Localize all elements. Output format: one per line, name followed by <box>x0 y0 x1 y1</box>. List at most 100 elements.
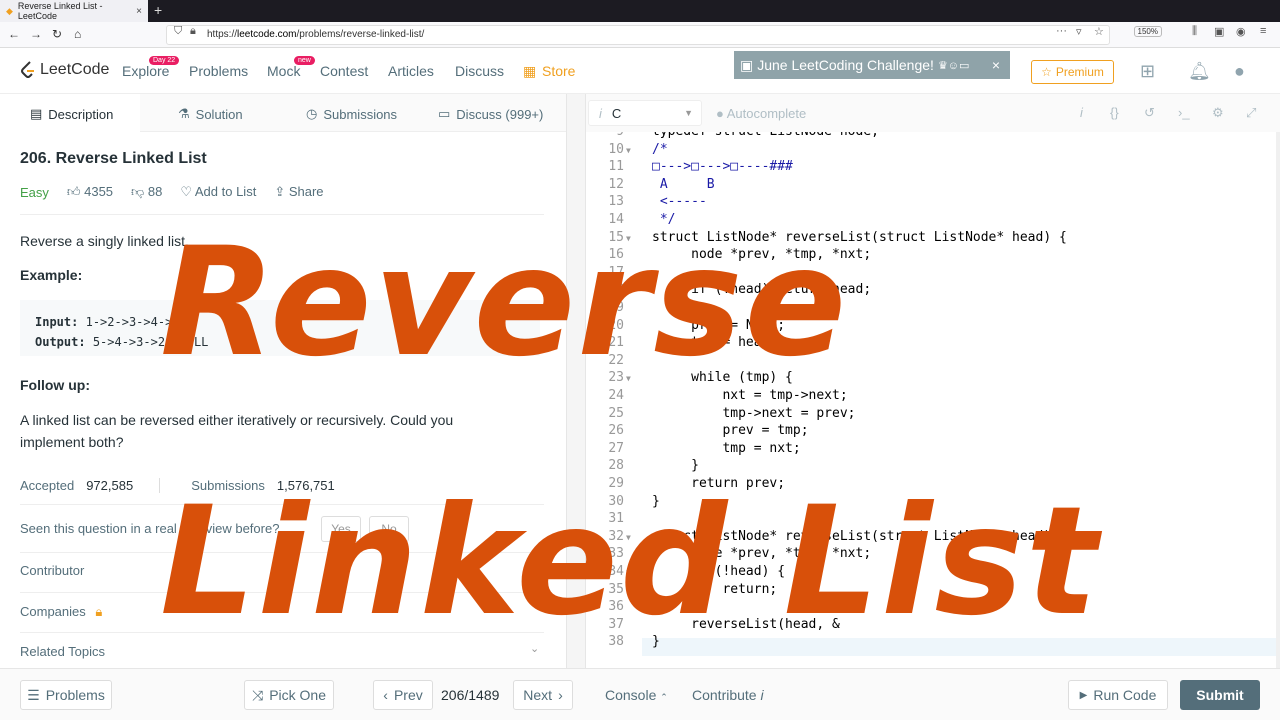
share-icon: ⇪ <box>274 184 289 199</box>
nav-contest[interactable]: Contest <box>320 63 368 79</box>
premium-button[interactable]: ☆ Premium <box>1031 60 1114 84</box>
share-label: Share <box>288 184 324 199</box>
tab-description[interactable]: ▤ Description <box>30 106 113 122</box>
line-number: 11 <box>608 159 624 175</box>
url-path: /problems/reverse-linked-list/ <box>296 29 425 40</box>
forward-icon[interactable]: → <box>30 27 42 41</box>
code-line[interactable]: } <box>652 458 699 473</box>
braces-icon[interactable]: {} <box>1110 105 1119 120</box>
address-bar[interactable]: https://leetcode.com/problems/reverse-li… <box>166 25 1110 45</box>
code-line[interactable]: prev = tmp; <box>652 423 808 438</box>
run-code-button[interactable]: ▶ Run Code <box>1068 680 1168 710</box>
browser-tab[interactable]: ◆ Reverse Linked List - LeetCode × <box>0 0 148 22</box>
console-button[interactable]: Console ⌃ <box>605 687 668 703</box>
back-icon[interactable]: ← <box>8 27 20 41</box>
add-to-list-button[interactable]: ♡ Add to List <box>180 184 256 200</box>
bookmark-star-icon[interactable]: ☆ <box>1094 25 1104 38</box>
tab-submissions-label: Submissions <box>323 106 398 122</box>
nav-problems[interactable]: Problems <box>189 63 248 79</box>
menu-icon[interactable]: ≡ <box>1260 25 1266 37</box>
related-topics-section[interactable]: Related Topics <box>20 644 105 659</box>
shield-icon[interactable]: ⛉ <box>174 25 182 38</box>
problems-label: Problems <box>45 687 105 703</box>
tab-solution-label: Solution <box>195 106 243 122</box>
companies-section[interactable]: Companies 🔒︎ <box>20 604 102 620</box>
fold-arrow-icon[interactable]: ▼ <box>626 146 631 155</box>
account-icon[interactable]: ◉ <box>1236 25 1246 38</box>
lock-icon[interactable]: 🔒︎ <box>190 25 196 38</box>
code-line[interactable]: A B <box>652 177 715 192</box>
line-number: 25 <box>608 405 624 421</box>
code-line[interactable]: nxt = tmp->next; <box>652 388 847 403</box>
tab-solution[interactable]: ⚗ Solution <box>178 106 243 122</box>
dislike-button[interactable]: 👎︎ 88 <box>131 184 162 200</box>
contributor-section[interactable]: Contributor <box>20 563 84 578</box>
problem-counter: 206/1489 <box>441 687 500 703</box>
dot-icon: ● <box>716 106 727 121</box>
sidebar-icon[interactable]: ▣ <box>1214 25 1224 38</box>
overlay-title-line2: Linked List <box>160 475 1100 649</box>
language-select[interactable]: i C ▼ <box>588 100 702 126</box>
nav-discuss[interactable]: Discuss <box>455 63 504 79</box>
line-number: 28 <box>608 458 624 474</box>
reset-icon[interactable]: ↺ <box>1144 105 1155 121</box>
nav-mock[interactable]: Mock <box>267 63 300 79</box>
library-icon[interactable]: ⫼ <box>1192 25 1197 38</box>
contribute-label: Contribute <box>692 687 757 703</box>
banner-close-icon[interactable]: × <box>992 57 1000 73</box>
code-line[interactable]: tmp = nxt; <box>652 441 800 456</box>
leetcode-favicon-icon: ◆ <box>6 5 13 16</box>
divider <box>20 214 544 215</box>
code-line[interactable]: tmp->next = prev; <box>652 406 855 421</box>
question-tabs: ▤ Description ⚗ Solution ◷ Submissions ▭ Dis… <box>0 94 566 132</box>
contribute-button[interactable]: Contribute i <box>692 687 764 703</box>
submit-button[interactable]: Submit <box>1180 680 1260 710</box>
example-output-label: Output: <box>35 335 86 349</box>
fullscreen-icon[interactable]: ⤢ <box>1246 105 1256 121</box>
next-label: Next <box>523 687 553 703</box>
url-prefix: https:// <box>207 29 238 40</box>
code-line[interactable]: /* <box>652 142 668 157</box>
settings-icon[interactable]: ⚙ <box>1212 105 1224 121</box>
notification-bell-icon[interactable]: 🔔︎ <box>1188 61 1211 82</box>
next-button[interactable]: Next › <box>513 680 573 710</box>
home-icon[interactable]: ⌂ <box>74 27 81 41</box>
code-line[interactable]: <----- <box>652 194 707 209</box>
zoom-level[interactable]: 150% <box>1133 26 1162 37</box>
premium-label: Premium <box>1055 65 1104 79</box>
explore-badge: Day 22 <box>149 56 180 65</box>
question-title: 206. Reverse Linked List <box>20 150 207 167</box>
tab-submissions[interactable]: ◷ Submissions <box>306 106 397 122</box>
overlay-title-line1: Reverse <box>160 216 849 390</box>
code-line[interactable]: typedef struct ListNode node; <box>652 132 879 139</box>
info-icon: i <box>599 105 602 121</box>
heart-icon: ♡ <box>180 184 195 199</box>
nav-explore[interactable]: Explore <box>122 63 169 79</box>
terminal-icon[interactable]: ›_ <box>1178 105 1190 120</box>
reload-icon[interactable]: ↻ <box>52 27 62 41</box>
info-icon[interactable]: i <box>1080 105 1083 120</box>
nav-store[interactable]: Store <box>542 63 575 79</box>
problems-list-button[interactable]: ☰ Problems <box>20 680 112 710</box>
code-line[interactable]: □--->□--->□----### <box>652 159 793 174</box>
editor-scrollbar[interactable] <box>1276 132 1280 668</box>
list-icon: ☰ <box>27 686 40 703</box>
new-tab-button[interactable]: + <box>154 2 162 18</box>
like-button[interactable]: 👍︎ 4355 <box>67 184 113 200</box>
playground-icon[interactable]: ⊞ <box>1140 61 1155 82</box>
user-avatar-icon[interactable]: ● <box>1234 61 1245 82</box>
more-icon[interactable]: ··· <box>1056 25 1067 37</box>
accepted-value: 972,585 <box>86 478 134 493</box>
nav-articles[interactable]: Articles <box>388 63 434 79</box>
leetcode-logo[interactable]: LeetCode <box>20 61 109 79</box>
line-number: 9 <box>586 132 624 139</box>
autocomplete-toggle[interactable]: ● Autocomplete <box>716 106 806 121</box>
prev-button[interactable]: ‹ Prev <box>373 680 433 710</box>
close-tab-icon[interactable]: × <box>136 6 142 17</box>
share-button[interactable]: ⇪ Share <box>274 184 323 200</box>
tab-discuss[interactable]: ▭ Discuss (999+) <box>438 106 543 122</box>
clock-icon: ◷ <box>306 106 318 121</box>
pocket-icon[interactable]: ▿ <box>1076 25 1082 38</box>
pick-one-button[interactable]: ⤨ Pick One <box>244 680 334 710</box>
challenge-banner[interactable]: ▣ June LeetCoding Challenge! ♛☺▭ × <box>734 51 1010 79</box>
